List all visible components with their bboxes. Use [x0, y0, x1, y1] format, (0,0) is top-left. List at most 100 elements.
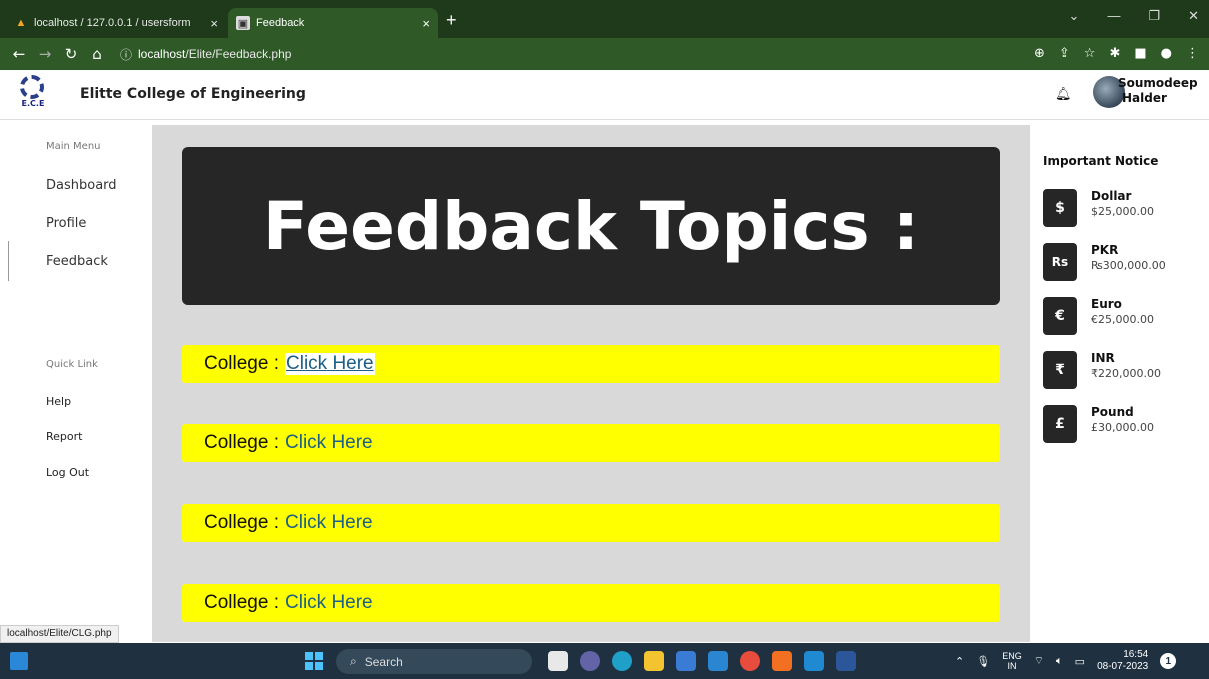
file-explorer-icon[interactable] [644, 651, 664, 671]
college-logo[interactable]: E.C.E [20, 75, 46, 115]
rupee-icon: ₹ [1043, 351, 1077, 389]
profile-icon[interactable]: ● [1161, 46, 1172, 61]
college-name: Elitte College of Engineering [80, 86, 306, 102]
click-here-link[interactable]: Click Here [285, 512, 373, 534]
info-icon[interactable]: ⓘ [120, 46, 132, 63]
pound-icon: £ [1043, 405, 1077, 443]
store-icon[interactable] [676, 651, 696, 671]
feedback-row: College : Click Here [182, 504, 1000, 542]
close-icon[interactable]: × [210, 16, 218, 31]
zoom-icon[interactable]: ⊕ [1034, 46, 1045, 61]
new-tab-button[interactable]: + [446, 10, 457, 31]
restore-icon[interactable]: ❐ [1148, 8, 1160, 24]
tab-title: Feedback [256, 17, 305, 29]
forward-icon[interactable]: → [38, 45, 52, 63]
notice-value: $25,000.00 [1091, 205, 1154, 218]
sidebar-item-logout[interactable]: Log Out [46, 466, 89, 479]
click-here-link[interactable]: Click Here [285, 592, 373, 614]
user-first-name: Soumodeep [1118, 76, 1198, 90]
gear-icon [20, 75, 44, 99]
sidebar-item-feedback[interactable]: Feedback [46, 254, 108, 269]
click-here-link[interactable]: Click Here [285, 432, 373, 454]
tab-phpmyadmin[interactable]: ▲ localhost / 127.0.0.1 / usersform × [6, 8, 226, 38]
tab-title: localhost / 127.0.0.1 / usersform [34, 17, 191, 29]
banner-title: Feedback Topics : [262, 187, 920, 265]
widgets-icon[interactable] [10, 652, 28, 670]
chevron-down-icon[interactable]: ⌄ [1069, 8, 1080, 24]
sidebar-item-dashboard[interactable]: Dashboard [46, 178, 117, 193]
tab-feedback[interactable]: ▣ Feedback × [228, 8, 438, 38]
notice-name: PKR [1091, 243, 1119, 257]
close-window-icon[interactable]: ✕ [1188, 8, 1199, 24]
vscode-icon[interactable] [804, 651, 824, 671]
volume-icon[interactable]: 🔈︎ [1056, 655, 1063, 668]
lang-code: ENG [1002, 651, 1022, 661]
browser-tab-bar: ▲ localhost / 127.0.0.1 / usersform × ▣ … [0, 0, 1209, 38]
sidepanel-icon[interactable]: ■ [1134, 46, 1146, 61]
taskbar-apps [548, 651, 856, 671]
main-menu-heading: Main Menu [46, 141, 101, 152]
reload-icon[interactable]: ↻ [64, 45, 78, 63]
star-icon[interactable]: ☆ [1084, 46, 1096, 61]
bell-icon[interactable]: 🔔︎ [1055, 87, 1072, 102]
notice-item-pkr: Rs PKR ₨300,000.00 [1043, 243, 1203, 285]
notice-value: £30,000.00 [1091, 421, 1154, 434]
menu-icon[interactable]: ⋮ [1186, 46, 1199, 61]
chrome-icon[interactable] [740, 651, 760, 671]
close-icon[interactable]: × [422, 16, 430, 31]
mic-icon[interactable]: 🎙︎ [976, 655, 990, 668]
logo-text: E.C.E [21, 99, 45, 108]
mail-icon[interactable] [708, 651, 728, 671]
search-label: Search [364, 654, 403, 669]
notification-badge[interactable]: 1 [1160, 653, 1177, 669]
user-name[interactable]: Soumodeep Halder [1118, 76, 1198, 106]
feedback-banner: Feedback Topics : [182, 147, 1000, 305]
lang-region: IN [1007, 661, 1017, 671]
share-icon[interactable]: ⇪ [1059, 46, 1070, 61]
sidebar-item-help[interactable]: Help [46, 395, 71, 408]
url-host: localhost [138, 47, 186, 61]
notice-value: €25,000.00 [1091, 313, 1154, 326]
euro-icon: € [1043, 297, 1077, 335]
notice-value: ₨300,000.00 [1091, 259, 1166, 272]
window-controls: ⌄ — ❐ ✕ [1069, 8, 1199, 24]
battery-icon[interactable]: ▭ [1075, 655, 1085, 668]
notice-panel: Important Notice $ Dollar $25,000.00 Rs … [1030, 125, 1209, 642]
click-here-link[interactable]: Click Here [285, 353, 375, 375]
minimize-icon[interactable]: — [1107, 8, 1120, 24]
notice-name: INR [1091, 351, 1115, 365]
quick-link-heading: Quick Link [46, 359, 98, 370]
system-tray: ⌃ 🎙︎ ENG IN ⌔ 🔈︎ ▭ 16:54 08-07-2023 1 [955, 643, 1177, 679]
language-indicator[interactable]: ENG IN [1002, 651, 1022, 671]
feedback-row: College : Click Here [182, 584, 1000, 622]
taskbar-search[interactable]: ⌕ Search [336, 649, 532, 674]
clock[interactable]: 16:54 08-07-2023 [1097, 649, 1148, 673]
chevron-up-icon[interactable]: ⌃ [955, 655, 964, 668]
notice-title: Important Notice [1043, 154, 1159, 168]
notice-name: Euro [1091, 297, 1122, 311]
edge-icon[interactable] [612, 651, 632, 671]
sidebar-item-report[interactable]: Report [46, 430, 82, 443]
user-last-name: Halder [1122, 91, 1167, 105]
xampp-icon[interactable] [772, 651, 792, 671]
address-actions: ⊕ ⇪ ☆ ✱ ■ ● ⋮ [1034, 46, 1199, 61]
sidebar-item-profile[interactable]: Profile [46, 216, 86, 231]
task-view-icon[interactable] [548, 651, 568, 671]
notice-item-pound: £ Pound £30,000.00 [1043, 405, 1203, 447]
feedback-row: College : Click Here [182, 345, 1000, 383]
clock-time: 16:54 [1123, 649, 1149, 660]
main-content: Feedback Topics : College : Click Here C… [152, 125, 1030, 642]
back-icon[interactable]: ← [12, 45, 26, 63]
notice-item-inr: ₹ INR ₹220,000.00 [1043, 351, 1203, 393]
row-label: College : [204, 432, 279, 453]
extensions-icon[interactable]: ✱ [1109, 46, 1120, 61]
row-label: College : [204, 592, 279, 613]
url-field[interactable]: ⓘ localhost /Elite/Feedback.php [120, 46, 291, 63]
word-icon[interactable] [836, 651, 856, 671]
wifi-icon[interactable]: ⌔ [1034, 654, 1044, 668]
meet-icon[interactable] [580, 651, 600, 671]
feedback-row: College : Click Here [182, 424, 1000, 462]
start-icon[interactable] [305, 652, 323, 670]
home-icon[interactable]: ⌂ [90, 45, 104, 63]
rupee-pk-icon: Rs [1043, 243, 1077, 281]
